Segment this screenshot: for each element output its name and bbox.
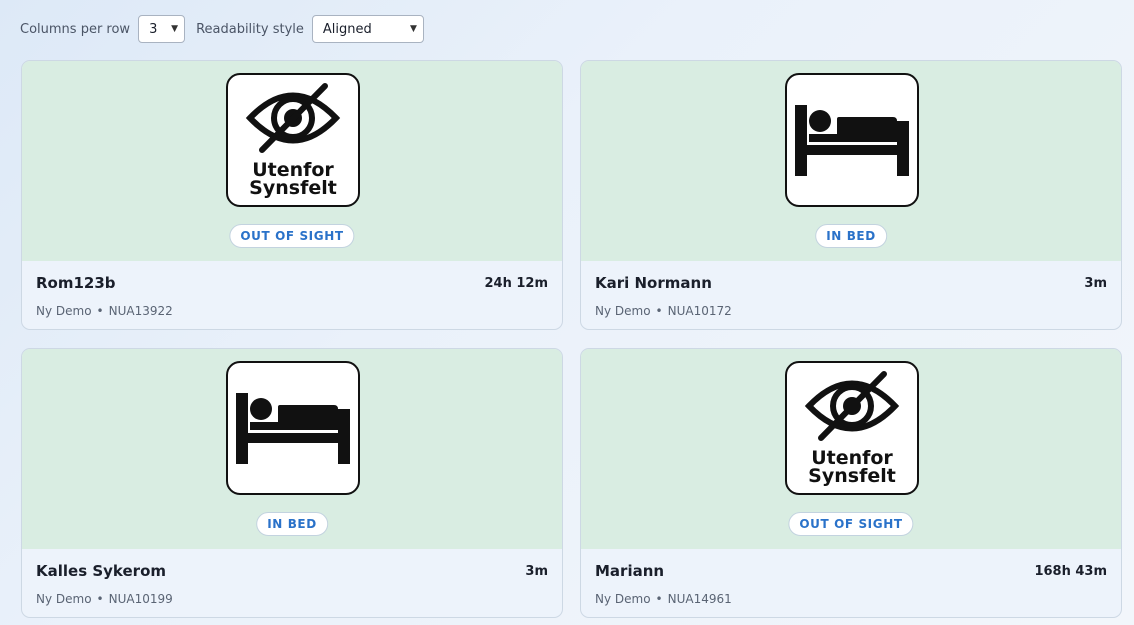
- columns-value: 3: [149, 21, 158, 37]
- device-id: NUA10172: [667, 304, 732, 318]
- device-id: NUA14961: [667, 592, 732, 606]
- chevron-down-icon: ▼: [171, 24, 179, 34]
- eye-slash-icon: Utenfor Synsfelt: [785, 361, 919, 495]
- duration: 24h 12m: [484, 276, 548, 291]
- organization: Ny Demo: [595, 304, 651, 318]
- separator: •: [655, 304, 663, 318]
- duration: 168h 43m: [1034, 564, 1107, 579]
- card-status-area: IN BED: [22, 349, 562, 549]
- status-badge: OUT OF SIGHT: [788, 512, 914, 536]
- card-title: Kalles Sykerom: [36, 562, 167, 580]
- bed-icon: [785, 73, 919, 207]
- card-meta: Ny Demo • NUA10199: [36, 592, 173, 606]
- card-status-area: IN BED: [581, 61, 1121, 261]
- separator: •: [96, 304, 104, 318]
- organization: Ny Demo: [595, 592, 651, 606]
- icon-text-line2: Synsfelt: [249, 177, 337, 199]
- status-badge: IN BED: [815, 224, 887, 248]
- organization: Ny Demo: [36, 304, 92, 318]
- toolbar: Columns per row 3 ▼ Readability style Al…: [20, 14, 424, 44]
- style-value: Aligned: [322, 21, 372, 37]
- card-meta: Ny Demo • NUA13922: [36, 304, 173, 318]
- icon-text-line2: Synsfelt: [808, 465, 896, 487]
- card-status-area: Utenfor Synsfelt OUT OF SIGHT: [581, 349, 1121, 549]
- device-id: NUA13922: [108, 304, 173, 318]
- style-select[interactable]: Aligned ▼: [311, 15, 424, 43]
- card-status-area: Utenfor Synsfelt OUT OF SIGHT: [22, 61, 562, 261]
- device-id: NUA10199: [108, 592, 173, 606]
- style-label: Readability style: [196, 21, 304, 37]
- room-card[interactable]: IN BED Kalles Sykerom 3m Ny Demo • NUA1019…: [21, 348, 563, 618]
- bed-icon: [226, 361, 360, 495]
- columns-select[interactable]: 3 ▼: [138, 15, 186, 43]
- chevron-down-icon: ▼: [409, 24, 417, 34]
- card-title: Mariann: [595, 562, 665, 580]
- separator: •: [96, 592, 104, 606]
- separator: •: [655, 592, 663, 606]
- organization: Ny Demo: [36, 592, 92, 606]
- room-card[interactable]: Utenfor Synsfelt OUT OF SIGHT Mariann 16…: [580, 348, 1122, 618]
- status-badge: OUT OF SIGHT: [229, 224, 355, 248]
- card-meta: Ny Demo • NUA10172: [595, 304, 732, 318]
- card-title: Rom123b: [36, 274, 116, 292]
- duration: 3m: [1084, 276, 1107, 291]
- eye-slash-icon: Utenfor Synsfelt: [226, 73, 360, 207]
- room-card[interactable]: IN BED Kari Normann 3m Ny Demo • NUA10172: [580, 60, 1122, 330]
- status-badge: IN BED: [256, 512, 328, 536]
- duration: 3m: [525, 564, 548, 579]
- room-card[interactable]: Utenfor Synsfelt OUT OF SIGHT Rom123b 24…: [21, 60, 563, 330]
- card-meta: Ny Demo • NUA14961: [595, 592, 732, 606]
- columns-label: Columns per row: [20, 21, 131, 37]
- card-title: Kari Normann: [595, 274, 712, 292]
